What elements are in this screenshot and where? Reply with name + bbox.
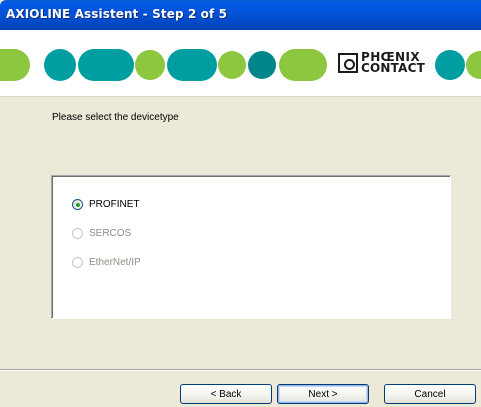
logo-mark-icon bbox=[338, 53, 358, 73]
radio-option-profinet[interactable]: PROFINET bbox=[72, 199, 140, 210]
device-type-group: PROFINET SERCOS EtherNet/IP bbox=[51, 175, 451, 319]
next-button[interactable]: Next > bbox=[277, 384, 369, 404]
phoenix-contact-logo: PHŒNIX CONTACT bbox=[338, 48, 425, 78]
radio-label-sercos[interactable]: SERCOS bbox=[89, 228, 131, 239]
back-button[interactable]: < Back bbox=[180, 384, 272, 404]
footer-separator bbox=[0, 369, 481, 371]
device-type-prompt: Please select the devicetype bbox=[52, 112, 179, 123]
wizard-window: AXIOLINE Assistent - Step 2 of 5 PHŒNIX … bbox=[0, 0, 481, 407]
radio-button-ethernet-ip[interactable] bbox=[72, 257, 83, 268]
radio-option-ethernet-ip[interactable]: EtherNet/IP bbox=[72, 257, 141, 268]
radio-label-ethernet-ip[interactable]: EtherNet/IP bbox=[89, 257, 141, 268]
title-bar[interactable]: AXIOLINE Assistent - Step 2 of 5 bbox=[0, 0, 481, 30]
radio-option-sercos[interactable]: SERCOS bbox=[72, 228, 131, 239]
window-title: AXIOLINE Assistent - Step 2 of 5 bbox=[6, 7, 228, 21]
logo-line-2: CONTACT bbox=[361, 61, 425, 75]
cancel-button[interactable]: Cancel bbox=[384, 384, 476, 404]
radio-button-sercos[interactable] bbox=[72, 228, 83, 239]
radio-button-profinet[interactable] bbox=[72, 199, 83, 210]
radio-label-profinet[interactable]: PROFINET bbox=[89, 199, 140, 210]
